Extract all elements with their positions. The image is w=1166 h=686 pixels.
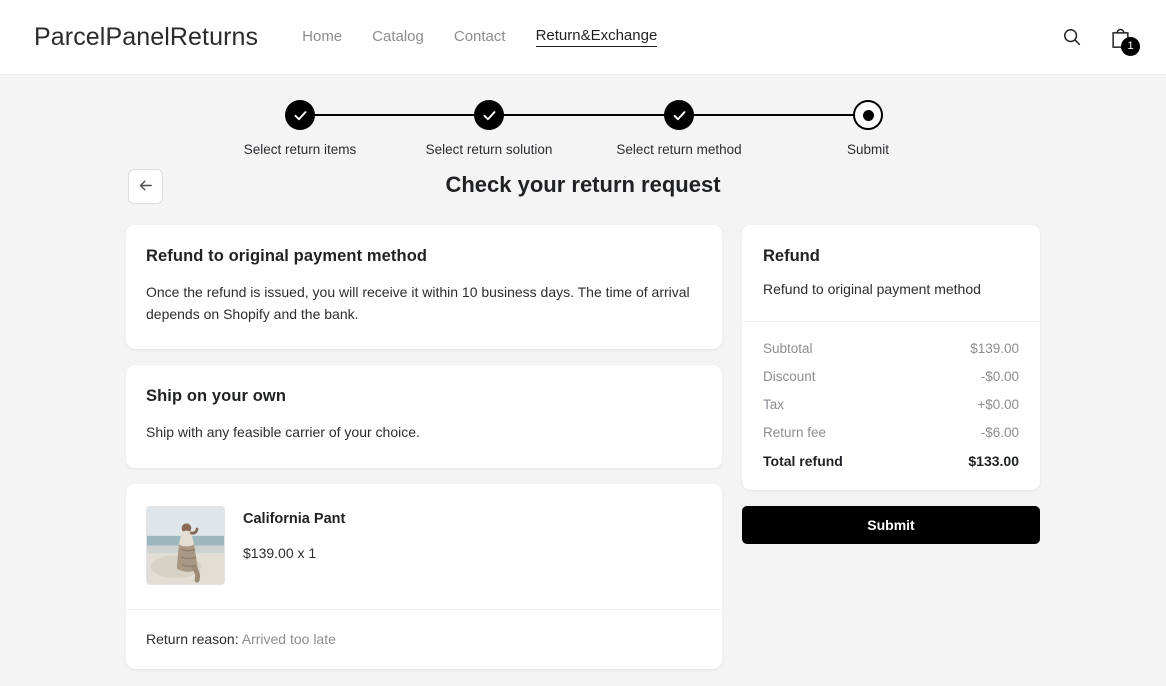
product-name: California Pant <box>243 511 346 528</box>
step-label: Submit <box>846 142 890 157</box>
refund-summary-title: Refund <box>763 247 820 265</box>
back-button[interactable] <box>128 169 163 204</box>
refund-method-description: Once the refund is issued, you will rece… <box>146 284 690 322</box>
refund-total-label: Total refund <box>763 453 843 469</box>
nav-link-return-exchange[interactable]: Return&Exchange <box>535 27 658 47</box>
submit-button[interactable]: Submit <box>742 506 1040 544</box>
refund-line-discount: Discount -$0.00 <box>763 369 1019 384</box>
refund-line-label: Discount <box>763 369 816 384</box>
refund-line-value: $139.00 <box>970 341 1019 356</box>
product-info: California Pant $139.00 x 1 <box>243 506 345 561</box>
refund-summary-lines: Subtotal $139.00 Discount -$0.00 Tax +$0… <box>742 322 1040 490</box>
shipping-method-card: Ship on your own Ship with any feasible … <box>126 365 722 469</box>
step-label: Select return method <box>616 142 742 157</box>
progress-stepper-area: Select return items Select return soluti… <box>0 75 1166 204</box>
refund-line-return-fee: Return fee -$6.00 <box>763 425 1019 440</box>
refund-summary-subtitle: Refund to original payment method <box>763 281 981 297</box>
search-icon[interactable] <box>1061 26 1083 48</box>
refund-summary-header: Refund Refund to original payment method <box>742 225 1040 321</box>
step-submit[interactable]: Submit <box>778 93 958 157</box>
arrow-left-icon <box>137 177 154 197</box>
refund-line-label: Tax <box>763 397 785 412</box>
return-reason-label: Return reason: <box>146 631 239 648</box>
check-icon <box>664 100 694 130</box>
site-header: ParcelPanelReturns Home Catalog Contact … <box>0 0 1166 75</box>
step-label: Select return solution <box>425 142 553 157</box>
step-label: Select return items <box>243 142 357 157</box>
progress-stepper: Select return items Select return soluti… <box>244 93 918 163</box>
product-card: California Pant $139.00 x 1 Return reaso… <box>126 484 722 670</box>
check-icon <box>474 100 504 130</box>
current-step-icon <box>853 100 883 130</box>
page-content: Refund to original payment method Once t… <box>0 225 1166 670</box>
shipping-method-description: Ship with any feasible carrier of your c… <box>146 424 420 441</box>
refund-line-tax: Tax +$0.00 <box>763 397 1019 412</box>
step-select-return-method[interactable]: Select return method <box>589 93 769 157</box>
nav-link-contact[interactable]: Contact <box>454 28 506 47</box>
product-price: $139.00 x 1 <box>243 545 317 562</box>
header-actions: 1 <box>1061 25 1140 56</box>
step-select-return-solution[interactable]: Select return solution <box>399 93 579 157</box>
nav-link-catalog[interactable]: Catalog <box>372 28 424 47</box>
brand-logo[interactable]: ParcelPanelReturns <box>34 23 258 52</box>
refund-line-value: -$6.00 <box>980 425 1019 440</box>
return-reason-value: Arrived too late <box>241 631 336 648</box>
refund-line-value: -$0.00 <box>980 369 1019 384</box>
check-icon <box>285 100 315 130</box>
refund-summary-card: Refund Refund to original payment method… <box>742 225 1040 490</box>
refund-line-label: Subtotal <box>763 341 813 356</box>
page-title: Check your return request <box>445 172 721 197</box>
main-navigation: Home Catalog Contact Return&Exchange <box>302 27 658 47</box>
left-column: Refund to original payment method Once t… <box>126 225 722 670</box>
shopping-bag-icon[interactable]: 1 <box>1109 25 1140 56</box>
right-column: Refund Refund to original payment method… <box>742 225 1040 544</box>
refund-total-value: $133.00 <box>968 453 1019 469</box>
refund-line-subtotal: Subtotal $139.00 <box>763 341 1019 356</box>
nav-link-home[interactable]: Home <box>302 28 342 47</box>
product-row: California Pant $139.00 x 1 <box>126 484 722 609</box>
refund-line-value: +$0.00 <box>977 397 1019 412</box>
product-image <box>146 506 225 586</box>
refund-method-card: Refund to original payment method Once t… <box>126 225 722 350</box>
refund-line-label: Return fee <box>763 425 827 440</box>
shipping-method-title: Ship on your own <box>146 387 287 406</box>
cart-count-badge: 1 <box>1121 37 1140 56</box>
return-reason-row: Return reason: Arrived too late <box>126 610 722 669</box>
refund-method-title: Refund to original payment method <box>146 247 428 265</box>
step-select-return-items[interactable]: Select return items <box>210 93 390 157</box>
refund-line-total: Total refund $133.00 <box>763 453 1019 469</box>
